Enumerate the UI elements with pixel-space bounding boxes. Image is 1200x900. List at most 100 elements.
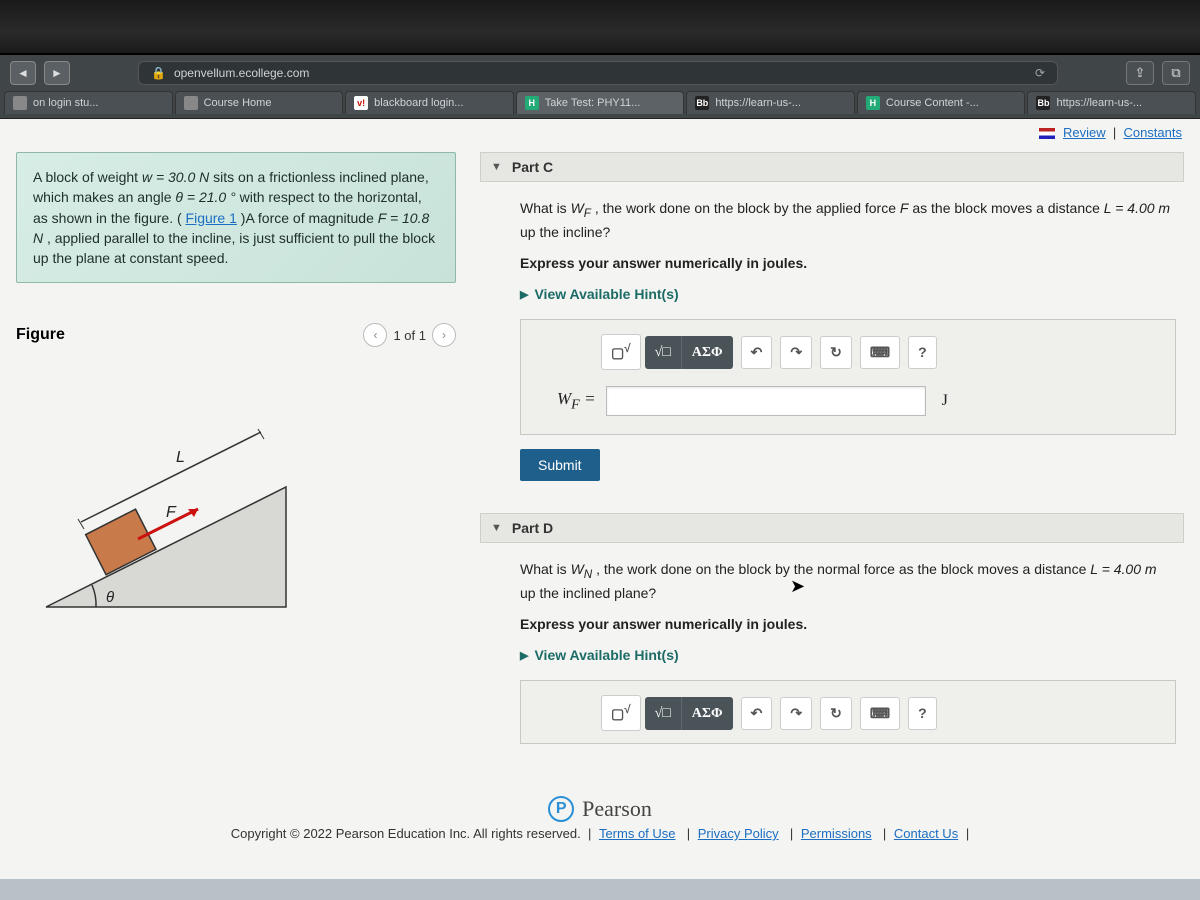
instruction-text: Express your answer numerically in joule… [520,255,807,271]
figure-F-label: F [166,504,177,521]
undo-button[interactable]: ↶ [741,336,773,369]
share-button[interactable]: ⇪ [1126,61,1154,85]
tab-4[interactable]: Bbhttps://learn-us-... [686,91,855,114]
hints-label: View Available Hint(s) [534,284,678,305]
tab-label: Take Test: PHY11... [545,97,641,109]
answer-input[interactable] [606,386,926,416]
figure-next-button[interactable]: › [432,323,456,347]
terms-link[interactable]: Terms of Use [599,826,676,841]
nav-forward-button[interactable]: ► [44,61,70,85]
redo-button[interactable]: ↷ [780,697,812,730]
favicon-icon: H [866,96,880,110]
problem-text: w = 30.0 N [142,169,209,185]
sqrt-button[interactable]: √□ [645,336,682,369]
problem-statement: A block of weight w = 30.0 N sits on a f… [16,152,456,283]
problem-text: )A force of magnitude [241,210,378,226]
templates-icon[interactable]: ▢√ [601,695,641,731]
keyboard-button[interactable]: ⌨ [860,697,900,730]
flag-icon [1039,128,1055,139]
answer-panel-d: ▢√ √□ ΑΣΦ ↶ ↷ ↻ ⌨ ? [520,680,1176,744]
constants-link[interactable]: Constants [1123,125,1182,140]
figure-link[interactable]: Figure 1 [186,210,237,226]
problem-text: A block of weight [33,169,142,185]
figure-title: Figure [16,326,65,344]
pearson-logo-text: Pearson [582,796,652,822]
tab-label: on login stu... [33,97,98,109]
question-text: , the work done on the block by the appl… [595,200,900,216]
tab-6[interactable]: Bbhttps://learn-us-... [1027,91,1196,114]
tab-label: Course Content -... [886,97,979,109]
view-hints-button[interactable]: ▶ View Available Hint(s) [520,645,1176,666]
review-link[interactable]: Review [1063,125,1106,140]
caret-down-icon: ▼ [491,522,502,534]
answer-variable: WF = [557,386,596,416]
question-text: up the inclined plane? [520,585,656,601]
answer-panel-c: ▢√ √□ ΑΣΦ ↶ ↷ ↻ ⌨ ? WF = [520,319,1176,435]
help-button[interactable]: ? [908,697,937,730]
favicon-icon: v! [354,96,368,110]
favicon-icon: H [525,96,539,110]
question-text: , the work done on the block by the norm… [596,561,1090,577]
figure-theta-label: θ [106,589,114,606]
reload-icon[interactable]: ⟳ [1035,66,1045,80]
copyright-text: Copyright © 2022 Pearson Education Inc. … [231,826,581,841]
mouse-cursor-icon: ➤ [790,573,805,600]
permissions-link[interactable]: Permissions [801,826,872,841]
sqrt-button[interactable]: √□ [645,697,682,730]
top-links: Review | Constants [0,119,1200,146]
question-text: What is [520,561,571,577]
redo-button[interactable]: ↷ [780,336,812,369]
tab-label: https://learn-us-... [1056,97,1142,109]
browser-chrome: ◄ ► 🔒 openvellum.ecollege.com ⟳ ⇪ ⧉ on l… [0,55,1200,119]
instruction-text: Express your answer numerically in joule… [520,616,807,632]
templates-icon[interactable]: ▢√ [601,334,641,370]
tab-5[interactable]: H Course Content -... [857,91,1026,114]
help-button[interactable]: ? [908,336,937,369]
figure-diagram: F L θ [16,367,316,627]
favicon-icon [184,96,198,110]
answer-unit: J [942,389,948,413]
part-d-header[interactable]: ▼ Part D [480,513,1184,543]
greek-button[interactable]: ΑΣΦ [682,697,733,730]
part-title: Part D [512,520,553,536]
reset-button[interactable]: ↻ [820,697,852,730]
tab-2[interactable]: v!blackboard login... [345,91,514,114]
tabs-button[interactable]: ⧉ [1162,61,1190,85]
lock-icon: 🔒 [151,66,166,80]
caret-right-icon: ▶ [520,287,528,304]
problem-text: θ = 21.0 ° [175,189,235,205]
tab-1[interactable]: Course Home [175,91,344,114]
tab-3[interactable]: H Take Test: PHY11... [516,91,685,114]
tab-label: Course Home [204,97,272,109]
question-text: up the incline? [520,224,610,240]
part-d-body: What is WN , the work done on the block … [480,543,1184,768]
problem-text: , applied parallel to the incline, is ju… [33,230,435,266]
pearson-logo-icon: P [548,796,574,822]
greek-button[interactable]: ΑΣΦ [682,336,733,369]
hints-label: View Available Hint(s) [534,645,678,666]
privacy-link[interactable]: Privacy Policy [698,826,779,841]
nav-back-button[interactable]: ◄ [10,61,36,85]
submit-button[interactable]: Submit [520,449,600,481]
part-c-body: What is WF , the work done on the block … [480,182,1184,491]
figure-prev-button[interactable]: ‹ [363,323,387,347]
undo-button[interactable]: ↶ [741,697,773,730]
page-content: Review | Constants A block of weight w =… [0,119,1200,879]
url-bar[interactable]: 🔒 openvellum.ecollege.com ⟳ [138,61,1058,85]
view-hints-button[interactable]: ▶ View Available Hint(s) [520,284,1176,305]
tab-0[interactable]: on login stu... [4,91,173,114]
contact-link[interactable]: Contact Us [894,826,958,841]
part-c-header[interactable]: ▼ Part C [480,152,1184,182]
caret-right-icon: ▶ [520,648,528,665]
pearson-footer: P Pearson [0,786,1200,826]
reset-button[interactable]: ↻ [820,336,852,369]
legal-footer: Copyright © 2022 Pearson Education Inc. … [0,826,1200,847]
url-text: openvellum.ecollege.com [174,66,309,80]
keyboard-button[interactable]: ⌨ [860,336,900,369]
figure-pager-text: 1 of 1 [393,328,426,343]
figure-L-label: L [176,449,185,466]
question-text: What is [520,200,571,216]
tab-strip: on login stu... Course Home v!blackboard… [0,91,1200,118]
laptop-bezel [0,0,1200,55]
tab-label: https://learn-us-... [715,97,801,109]
